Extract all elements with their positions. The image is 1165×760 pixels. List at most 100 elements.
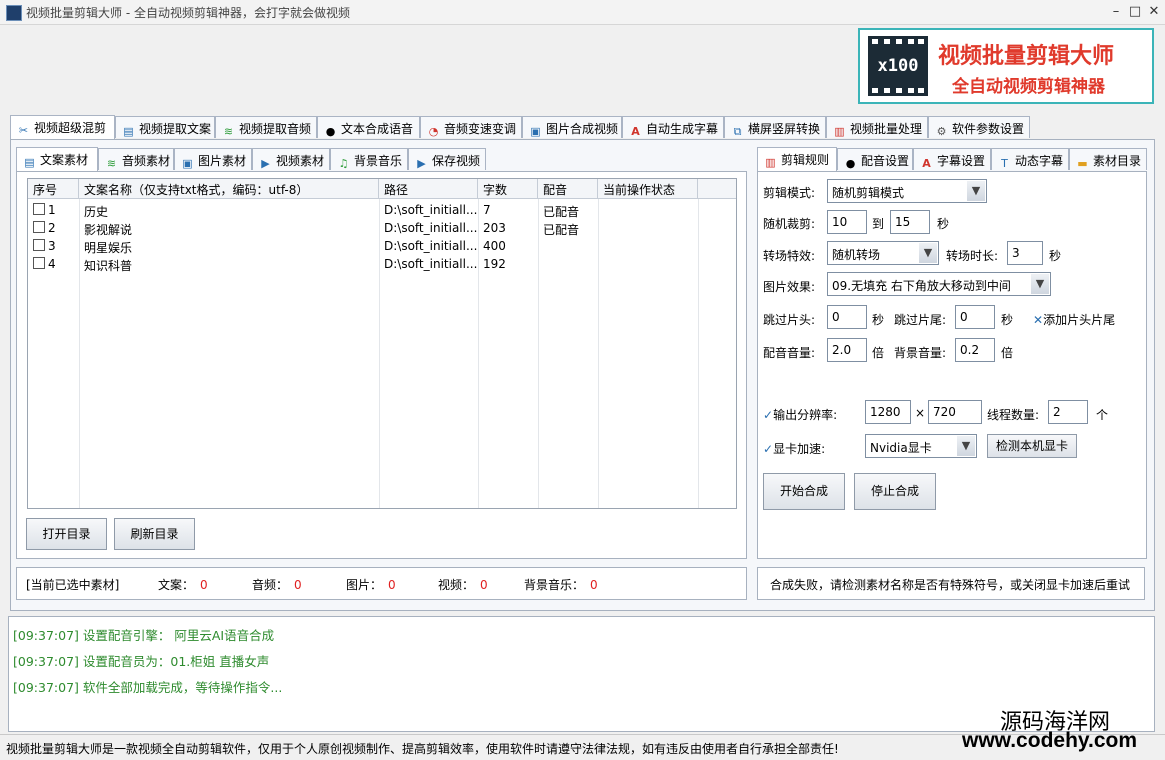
tab-material-dir[interactable]: ▬ 素材目录: [1069, 148, 1147, 170]
tab-bg-music[interactable]: ♫ 背景音乐: [330, 148, 408, 170]
tab-batch[interactable]: ▥ 视频批量处理: [826, 116, 928, 138]
tab-audio-material[interactable]: ≋ 音频素材: [98, 148, 174, 170]
row-chars: 203: [483, 221, 506, 235]
gauge-icon: ◔: [428, 125, 439, 138]
row-checkbox[interactable]: [33, 257, 45, 269]
col-path[interactable]: 路径: [379, 179, 478, 198]
left-tab-bar: ▤ 文案素材 ≋ 音频素材 ▣ 图片素材 ▶ 视频素材 ♫ 背景音乐 ▶ 保存视频: [16, 147, 486, 172]
row-path: D:\soft_initiall...: [384, 221, 478, 235]
image-effect-label: 图片效果:: [763, 280, 816, 294]
video-icon: ▥: [765, 156, 776, 169]
skip-tail-input[interactable]: 0: [955, 305, 995, 329]
bg-volume-input[interactable]: 0.2: [955, 338, 995, 362]
image-effect-select[interactable]: 09.无填充 右下角放大移动到中间 ▼: [827, 272, 1051, 296]
watermark-url: www.codehy.com: [962, 729, 1138, 752]
row-name: 影视解说: [84, 223, 133, 237]
col-chars[interactable]: 字数: [478, 179, 538, 198]
row-checkbox[interactable]: [33, 239, 45, 251]
row-path: D:\soft_initiall...: [384, 239, 478, 253]
row-dub: 已配音: [543, 223, 580, 237]
gpu-accel-checkbox[interactable]: ✓显卡加速:: [763, 440, 825, 457]
threads-input[interactable]: 2: [1048, 400, 1088, 424]
tab-text-material[interactable]: ▤ 文案素材: [16, 147, 98, 172]
close-button[interactable]: ✕: [1145, 3, 1163, 21]
log-panel[interactable]: [09:37:07] 设置配音引擎： 阿里云AI语音合成 [09:37:07] …: [8, 616, 1155, 732]
resolution-width-input[interactable]: 1280: [865, 400, 911, 424]
start-compose-button[interactable]: 开始合成: [763, 473, 845, 510]
refresh-dir-button[interactable]: 刷新目录: [114, 518, 195, 550]
skip-head-input[interactable]: 0: [827, 305, 867, 329]
col-name[interactable]: 文案名称（仅支持txt格式，编码：utf-8）: [79, 179, 379, 198]
col-filler: [698, 179, 736, 198]
dub-volume-input[interactable]: 2.0: [827, 338, 867, 362]
random-cut-to-input[interactable]: 15: [890, 210, 930, 234]
text-box-icon: T: [1001, 157, 1008, 170]
tab-tts[interactable]: ● 文本合成语音: [317, 116, 420, 138]
minimize-button[interactable]: –: [1107, 3, 1125, 21]
skip-tail-label: 跳过片尾:: [894, 313, 947, 327]
summary-image: 图片： 0: [346, 578, 396, 592]
open-dir-button[interactable]: 打开目录: [26, 518, 107, 550]
transition-select[interactable]: 随机转场 ▼: [827, 241, 939, 265]
transition-duration-input[interactable]: 3: [1007, 241, 1043, 265]
add-head-tail-checkbox[interactable]: ✕添加片头片尾: [1033, 311, 1115, 328]
row-name: 明星娱乐: [84, 241, 133, 255]
logo-title: 视频批量剪辑大师: [938, 44, 1115, 69]
scissors-icon: ✂: [18, 124, 29, 137]
film-strip-icon: x100: [868, 36, 928, 96]
row-chars: 400: [483, 239, 506, 253]
edit-mode-select[interactable]: 随机剪辑模式 ▼: [827, 179, 987, 203]
microphone-icon: ●: [845, 157, 856, 170]
tab-audio-speed[interactable]: ◔ 音频变速变调: [420, 116, 522, 138]
tab-dub-settings[interactable]: ● 配音设置: [837, 148, 913, 170]
log-line: [09:37:07] 设置配音引擎： 阿里云AI语音合成: [13, 628, 275, 643]
col-status[interactable]: 当前操作状态: [598, 179, 698, 198]
dub-volume-unit: 倍: [872, 346, 885, 360]
status-text: 视频批量剪辑大师是一款视频全自动剪辑软件，仅用于个人原创视频制作、提高剪辑效率，…: [6, 742, 839, 756]
row-checkbox[interactable]: [33, 203, 45, 215]
image-icon: ▣: [530, 125, 541, 138]
tab-orientation[interactable]: ⧉ 横屏竖屏转换: [724, 116, 826, 138]
video-icon: ▥: [834, 125, 845, 138]
tab-image-material[interactable]: ▣ 图片素材: [174, 148, 252, 170]
gpu-select[interactable]: Nvidia显卡 ▼: [865, 434, 977, 458]
main-tab-bar: ✂ 视频超级混剪 ▤ 视频提取文案 ≋ 视频提取音频 ● 文本合成语音 ◔ 音频变速变调 …: [10, 115, 1160, 140]
resolution-times: ×: [915, 406, 926, 420]
gear-icon: ⚙: [936, 125, 947, 138]
detect-gpu-button[interactable]: 检测本机显卡: [987, 434, 1077, 458]
stop-compose-button[interactable]: 停止合成: [854, 473, 936, 510]
tab-edit-rules[interactable]: ▥ 剪辑规则: [757, 147, 837, 172]
col-divider: [698, 199, 699, 508]
tab-extract-text[interactable]: ▤ 视频提取文案: [115, 116, 215, 138]
tab-image-video[interactable]: ▣ 图片合成视频: [522, 116, 622, 138]
tab-video-remix[interactable]: ✂ 视频超级混剪: [10, 115, 115, 140]
tab-subtitle-settings[interactable]: A 字幕设置: [913, 148, 991, 170]
maximize-button[interactable]: □: [1126, 3, 1144, 21]
col-divider: [598, 199, 599, 508]
right-tab-bar: ▥ 剪辑规则 ● 配音设置 A 字幕设置 T 动态字幕 ▬ 素材目录: [757, 147, 1147, 172]
tab-save-video[interactable]: ▶ 保存视频: [408, 148, 486, 170]
random-cut-from-input[interactable]: 10: [827, 210, 867, 234]
text-a-icon: A: [631, 125, 640, 138]
threads-label: 线程数量:: [987, 408, 1040, 422]
row-checkbox[interactable]: [33, 221, 45, 233]
check-icon: ✓: [763, 408, 774, 422]
tab-video-material[interactable]: ▶ 视频素材: [252, 148, 330, 170]
material-table: 序号 文案名称（仅支持txt格式，编码：utf-8） 路径 字数 配音 当前操作…: [27, 178, 737, 509]
tab-extract-audio[interactable]: ≋ 视频提取音频: [215, 116, 317, 138]
random-cut-unit: 秒: [937, 217, 950, 231]
document-icon: ▤: [123, 125, 134, 138]
col-dub[interactable]: 配音: [538, 179, 598, 198]
col-no[interactable]: 序号: [28, 179, 79, 198]
skip-head-label: 跳过片头:: [763, 313, 816, 327]
resolution-height-input[interactable]: 720: [928, 400, 982, 424]
resolution-checkbox[interactable]: ✓输出分辨率:: [763, 406, 837, 423]
audio-wave-icon: ≋: [106, 157, 117, 170]
threads-unit: 个: [1096, 408, 1109, 422]
tab-dynamic-subtitle[interactable]: T 动态字幕: [991, 148, 1069, 170]
document-icon: ▤: [24, 156, 35, 169]
tab-auto-subtitle[interactable]: A 自动生成字幕: [622, 116, 724, 138]
random-cut-to-label: 到: [872, 217, 885, 231]
chevron-down-icon: ▼: [967, 181, 985, 201]
tab-settings[interactable]: ⚙ 软件参数设置: [928, 116, 1030, 138]
